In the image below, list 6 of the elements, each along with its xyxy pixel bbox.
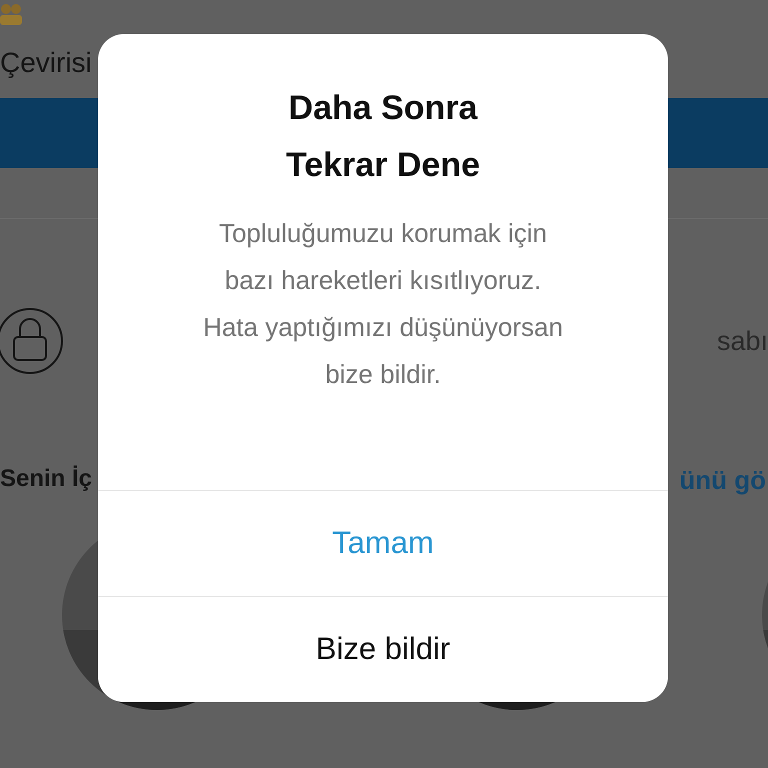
dialog-title: Daha Sonra Tekrar Dene: [284, 88, 482, 186]
section-title: Senin İç: [0, 464, 92, 494]
emoji-icon: [0, 2, 24, 28]
dialog-message: Topluluğumuzu korumak için bazı hareketleri kısıtlıyoruz. Hata yaptığımızı düşünüyorsan bize bildir.: [202, 217, 564, 391]
header-text: Çevirisi: [0, 46, 92, 80]
report-button[interactable]: Bize bildir: [98, 596, 668, 702]
